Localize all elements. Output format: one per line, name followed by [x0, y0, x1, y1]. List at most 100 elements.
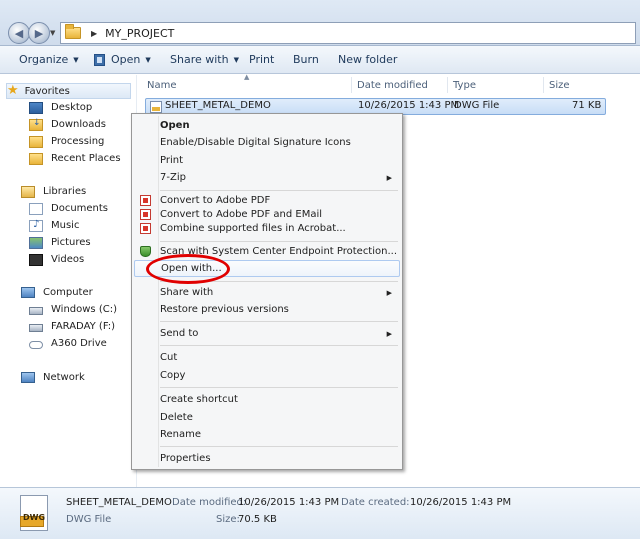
- context-menu: Open Enable/Disable Digital Signature Ic…: [131, 113, 403, 470]
- recent-pages-dropdown-icon[interactable]: ▼: [50, 29, 55, 37]
- print-button[interactable]: Print: [249, 53, 274, 66]
- open-button[interactable]: Open ▼: [94, 53, 151, 66]
- column-divider[interactable]: [447, 77, 448, 93]
- folder-icon: [29, 135, 43, 148]
- sidebar-item-label: Windows (C:): [51, 304, 117, 315]
- dwg-icon-band: DWG: [20, 513, 45, 527]
- file-size: 71 KB: [572, 100, 602, 111]
- open-label: Open: [111, 53, 141, 66]
- menu-item-open[interactable]: Open: [134, 117, 400, 134]
- dwg-file-icon: [150, 101, 162, 113]
- sidebar-item-label: Videos: [51, 254, 85, 265]
- menu-item-label: Create shortcut: [160, 394, 238, 405]
- breadcrumb-chevron-icon[interactable]: ▶: [91, 29, 97, 38]
- sidebar-item-network[interactable]: Network: [21, 369, 85, 386]
- cloud-drive-icon: [29, 340, 43, 349]
- menu-item-label: Print: [160, 155, 184, 166]
- hard-drive-icon: [29, 306, 43, 315]
- organize-label: Organize: [19, 53, 69, 66]
- details-file-type: DWG File: [66, 514, 112, 525]
- column-header-label: Size: [549, 79, 570, 91]
- chevron-down-icon: ▼: [233, 55, 239, 64]
- sidebar-item-computer[interactable]: Computer: [21, 284, 93, 301]
- menu-item-properties[interactable]: Properties: [134, 450, 400, 467]
- menu-item-cut[interactable]: Cut: [134, 349, 400, 366]
- print-label: Print: [249, 53, 275, 66]
- menu-item-print[interactable]: Print: [134, 152, 400, 169]
- details-date-modified-value: 10/26/2015 1:43 PM: [238, 497, 340, 508]
- column-header-label: Type: [453, 79, 476, 91]
- menu-separator: [160, 446, 398, 447]
- menu-separator: [160, 387, 398, 388]
- new-folder-button[interactable]: New folder: [338, 53, 397, 66]
- menu-separator: [160, 190, 398, 191]
- sidebar-item-processing[interactable]: Processing: [29, 133, 104, 150]
- sidebar-item-label: Network: [43, 372, 85, 383]
- adobe-pdf-icon: [140, 195, 151, 206]
- column-divider[interactable]: [543, 77, 544, 93]
- sidebar-item-windows-c[interactable]: Windows (C:): [29, 301, 117, 318]
- menu-item-combine-in-acrobat[interactable]: Combine supported files in Acrobat...: [134, 220, 400, 237]
- sidebar-item-recent-places[interactable]: Recent Places: [29, 150, 121, 167]
- menu-item-create-shortcut[interactable]: Create shortcut: [134, 391, 400, 408]
- menu-item-7zip[interactable]: 7-Zip ▶: [134, 169, 400, 186]
- column-divider[interactable]: [351, 77, 352, 93]
- address-field[interactable]: ▶ MY_PROJECT: [60, 22, 636, 44]
- share-with-button[interactable]: Share with ▼: [170, 53, 239, 66]
- computer-icon: [21, 287, 35, 298]
- new-folder-label: New folder: [338, 53, 398, 66]
- sidebar-item-music[interactable]: Music: [29, 217, 79, 234]
- menu-item-send-to[interactable]: Send to ▶: [134, 325, 400, 342]
- menu-item-enable-disable-signature-icons[interactable]: Enable/Disable Digital Signature Icons: [134, 134, 400, 151]
- sidebar-item-label: FARADAY (F:): [51, 321, 116, 332]
- column-header-size[interactable]: Size: [549, 75, 570, 95]
- open-app-icon: [94, 53, 105, 66]
- chevron-down-icon: ▼: [145, 55, 151, 64]
- burn-label: Burn: [293, 53, 319, 66]
- breadcrumb-my-project[interactable]: MY_PROJECT: [105, 27, 174, 40]
- menu-item-label: 7-Zip: [160, 172, 186, 183]
- sidebar-item-label: Desktop: [51, 102, 93, 113]
- column-header-type[interactable]: Type: [453, 75, 476, 95]
- star-icon: ★: [7, 83, 19, 98]
- documents-icon: [29, 202, 43, 215]
- back-button[interactable]: ◀: [8, 22, 30, 44]
- adobe-pdf-icon: [140, 209, 151, 220]
- menu-item-rename[interactable]: Rename: [134, 426, 400, 443]
- organize-button[interactable]: Organize ▼: [19, 53, 79, 66]
- sidebar-item-libraries[interactable]: Libraries: [21, 183, 86, 200]
- sidebar-item-a360-drive[interactable]: A360 Drive: [29, 335, 107, 352]
- navigation-pane: ★ Favorites Desktop Downloads Processing…: [0, 75, 136, 487]
- forward-button[interactable]: ▶: [28, 22, 50, 44]
- sidebar-item-faraday-f[interactable]: FARADAY (F:): [29, 318, 115, 335]
- menu-item-copy[interactable]: Copy: [134, 367, 400, 384]
- column-header-name[interactable]: Name: [147, 75, 177, 95]
- share-with-label: Share with: [170, 53, 229, 66]
- menu-item-delete[interactable]: Delete: [134, 409, 400, 426]
- menu-separator: [160, 345, 398, 346]
- details-file-name: SHEET_METAL_DEMO: [66, 497, 172, 508]
- sidebar-item-videos[interactable]: Videos: [29, 251, 84, 268]
- burn-button[interactable]: Burn: [293, 53, 319, 66]
- sort-up-icon: ▲: [244, 73, 250, 81]
- menu-item-share-with[interactable]: Share with ▶: [134, 284, 400, 301]
- submenu-arrow-icon: ▶: [386, 329, 392, 338]
- column-header-date-modified[interactable]: Date modified: [357, 75, 428, 95]
- drive-icon: [29, 323, 43, 332]
- sidebar-item-label: Processing: [51, 136, 105, 147]
- network-icon: [21, 372, 35, 383]
- menu-separator: [160, 321, 398, 322]
- sidebar-item-documents[interactable]: Documents: [29, 200, 108, 217]
- menu-item-label: Cut: [160, 352, 178, 363]
- address-bar-area: ◀ ▶ ▼ ▶ MY_PROJECT: [0, 0, 640, 46]
- menu-item-label: Restore previous versions: [160, 304, 289, 315]
- command-toolbar: Organize ▼ Open ▼ Share with ▼ Print Bur…: [0, 46, 640, 74]
- menu-item-label: Convert to Adobe PDF: [160, 195, 271, 206]
- sidebar-item-downloads[interactable]: Downloads: [29, 116, 106, 133]
- sidebar-item-pictures[interactable]: Pictures: [29, 234, 91, 251]
- menu-item-restore-previous-versions[interactable]: Restore previous versions: [134, 301, 400, 318]
- submenu-arrow-icon: ▶: [386, 288, 392, 297]
- sidebar-item-favorites[interactable]: ★ Favorites: [6, 83, 131, 99]
- menu-item-label: Share with: [160, 287, 214, 298]
- sidebar-item-desktop[interactable]: Desktop: [29, 99, 92, 116]
